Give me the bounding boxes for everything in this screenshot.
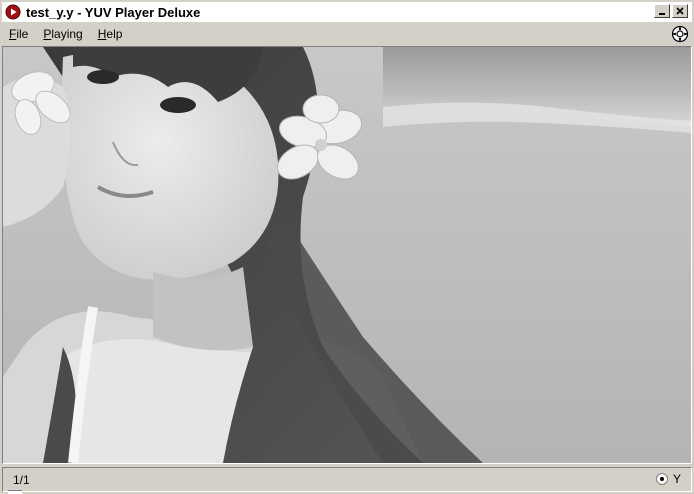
menu-playing-rest: laying (51, 27, 83, 41)
menu-help[interactable]: Help (92, 24, 129, 44)
plane-selector-y[interactable]: Y (655, 472, 681, 486)
status-bar: 1/1 Y (2, 467, 692, 492)
radio-button[interactable] (655, 473, 668, 485)
video-display[interactable] (2, 46, 692, 464)
menu-bar: File Playing Help (0, 23, 694, 45)
menu-playing[interactable]: Playing (37, 24, 88, 44)
plane-label: Y (672, 472, 681, 486)
menu-file[interactable]: File (3, 24, 34, 44)
radio-selected-dot (659, 477, 664, 481)
close-icon (676, 7, 684, 15)
video-image (3, 47, 691, 463)
close-button[interactable] (672, 4, 688, 18)
menu-help-rest: elp (106, 27, 123, 41)
resize-grip[interactable] (8, 490, 22, 494)
minimize-button[interactable] (654, 4, 670, 18)
window-title: test_y.y - YUV Player Deluxe (26, 4, 201, 20)
title-buttons (654, 4, 688, 18)
play-icon[interactable] (5, 4, 21, 20)
minimize-icon (659, 13, 665, 15)
frame-counter: 1/1 (13, 473, 30, 487)
menu-file-rest: ile (16, 27, 29, 41)
title-bar[interactable]: test_y.y - YUV Player Deluxe (2, 2, 692, 22)
app-window: test_y.y - YUV Player Deluxe File Playin… (0, 0, 694, 494)
crosshair-icon[interactable] (670, 24, 690, 44)
